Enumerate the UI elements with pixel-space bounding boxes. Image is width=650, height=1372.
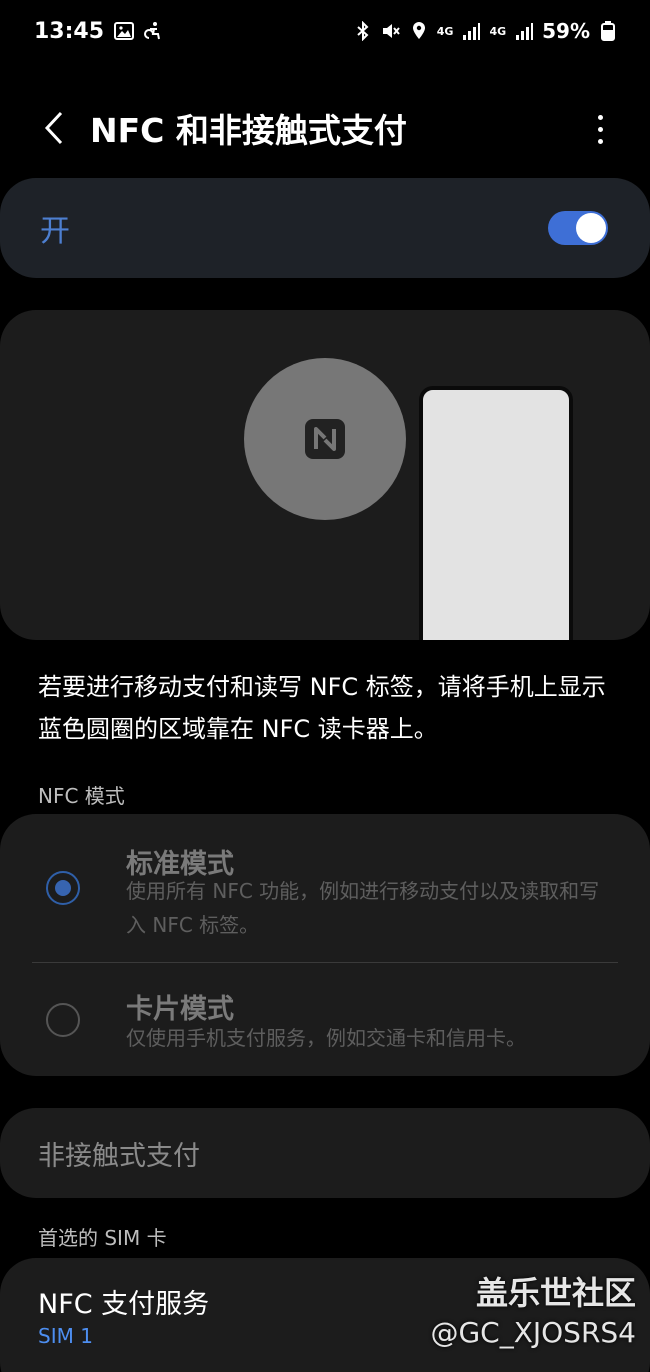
status-bar: 13:45 4G 4G 59% xyxy=(0,0,650,62)
nfc-illustration xyxy=(0,310,650,640)
back-button[interactable] xyxy=(24,98,84,158)
toggle-knob xyxy=(576,213,606,243)
radio-button-card[interactable] xyxy=(46,1003,80,1037)
more-options-button[interactable] xyxy=(580,104,620,154)
nfc-payment-service-title: NFC 支付服务 xyxy=(38,1289,210,1320)
gallery-icon xyxy=(114,21,135,41)
phone-illustration xyxy=(419,386,573,640)
watermark-title: 盖乐世社区 xyxy=(475,1274,636,1312)
location-icon xyxy=(409,21,429,41)
app-bar: NFC 和非接触式支付 xyxy=(0,92,650,164)
network-type-1: 4G xyxy=(436,24,454,38)
signal-icon-1 xyxy=(461,21,481,41)
mode-option-card[interactable]: 卡片模式 仅使用手机支付服务，例如交通卡和信用卡。 xyxy=(0,963,650,1076)
chevron-left-icon xyxy=(44,111,63,145)
preferred-sim-section-label: 首选的 SIM 卡 xyxy=(38,1226,167,1250)
status-time: 13:45 xyxy=(34,18,105,44)
contactless-payment-row[interactable]: 非接触式支付 xyxy=(0,1108,650,1198)
nfc-description: 若要进行移动支付和读写 NFC 标签，请将手机上显示蓝色圆圈的区域靠在 NFC … xyxy=(38,673,606,743)
nfc-toggle[interactable] xyxy=(548,211,608,245)
watermark-handle: @GC_XJOSRS4 xyxy=(430,1316,636,1349)
battery-icon xyxy=(598,21,618,41)
battery-percent: 59% xyxy=(542,19,590,43)
network-type-2: 4G xyxy=(489,24,507,38)
status-left: 13:45 xyxy=(34,19,164,44)
radio-button-standard[interactable] xyxy=(46,871,80,905)
page-title: NFC 和非接触式支付 xyxy=(90,111,407,150)
more-dot-icon xyxy=(597,126,603,132)
nfc-switch-label: 开 xyxy=(40,214,70,249)
mode-option-standard[interactable]: 标准模式 使用所有 NFC 功能，例如进行移动支付以及读取和写入 NFC 标签。 xyxy=(0,814,650,962)
accessibility-icon xyxy=(144,21,164,41)
nfc-payment-service-value: SIM 1 xyxy=(38,1324,93,1348)
bluetooth-icon xyxy=(353,20,373,42)
nfc-mode-section-label: NFC 模式 xyxy=(38,784,125,808)
status-right: 4G 4G 59% xyxy=(353,19,618,43)
mode-option-subtitle: 使用所有 NFC 功能，例如进行移动支付以及读取和写入 NFC 标签。 xyxy=(126,879,600,937)
nfc-mode-card: 标准模式 使用所有 NFC 功能，例如进行移动支付以及读取和写入 NFC 标签。… xyxy=(0,814,650,1076)
nfc-reader-circle xyxy=(244,358,406,520)
nfc-icon xyxy=(305,419,345,459)
more-dot-icon xyxy=(597,114,603,120)
mute-icon xyxy=(381,21,401,41)
mode-option-subtitle: 仅使用手机支付服务，例如交通卡和信用卡。 xyxy=(126,1026,526,1050)
nfc-switch-row[interactable]: 开 xyxy=(0,178,650,278)
more-dot-icon xyxy=(597,138,603,144)
contactless-payment-label: 非接触式支付 xyxy=(38,1140,200,1172)
signal-icon-2 xyxy=(514,21,534,41)
